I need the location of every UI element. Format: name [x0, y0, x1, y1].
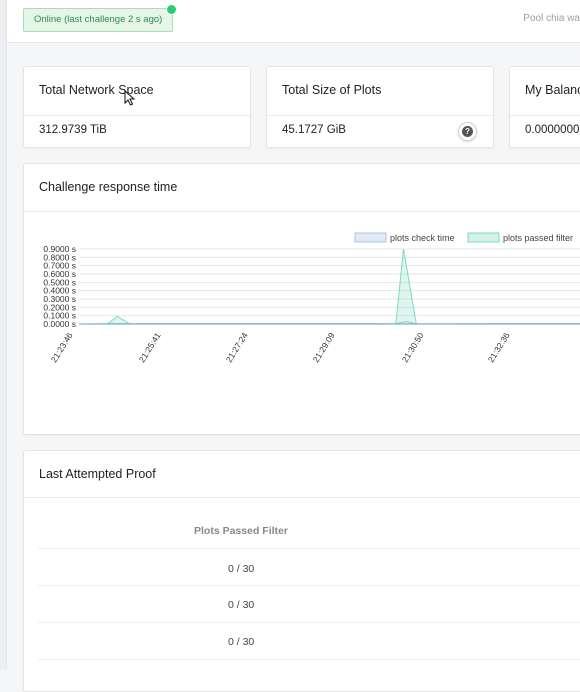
- table-divider: [38, 622, 580, 623]
- table-row: 0 / 30: [228, 599, 255, 611]
- panel-title: Challenge response time: [39, 180, 178, 194]
- column-header-plots-passed-filter: Plots Passed Filter: [194, 525, 288, 537]
- stat-card-balance: My Balanc 0.0000000: [509, 66, 580, 148]
- online-status-dot-icon: [166, 4, 178, 15]
- table-row: 0 / 30: [228, 636, 255, 648]
- stat-card-network-space: Total Network Space 312.9739 TiB: [23, 66, 251, 148]
- x-tick-label: 21:29:09: [311, 331, 337, 365]
- top-bar: Online (last challenge 2 s ago) Pool chi…: [7, 0, 580, 43]
- stat-value: 0.0000000: [525, 124, 580, 136]
- challenge-response-chart: 0.9000 s0.8000 s0.7000 s0.6000 s0.5000 s…: [43, 232, 580, 365]
- panel-title: Last Attempted Proof: [39, 467, 156, 481]
- stat-title: Total Network Space: [39, 83, 154, 97]
- mouse-cursor-icon: [124, 90, 136, 106]
- series-line: [79, 248, 580, 325]
- x-tick-label: 21:25:41: [137, 331, 163, 365]
- proof-panel: Last Attempted Proof: [23, 450, 580, 692]
- sidebar-edge: [0, 0, 7, 669]
- divider: [267, 115, 493, 116]
- challenge-panel: Challenge response time 0.9000 s 0.8000 s…: [23, 163, 580, 435]
- divider: [510, 115, 580, 116]
- table-row: 0 / 30: [228, 563, 255, 575]
- stat-card-plot-size: Total Size of Plots 45.1727 GiB ?: [266, 66, 494, 148]
- question-icon[interactable]: ?: [458, 122, 477, 141]
- divider: [24, 497, 580, 498]
- pool-label: Pool chia wa: [523, 13, 580, 24]
- stat-value: 312.9739 TiB: [39, 124, 107, 136]
- x-tick-label: 21:27:24: [224, 331, 250, 365]
- divider: [24, 115, 250, 116]
- status-text: Online (last challenge 2 s ago): [34, 14, 163, 25]
- stat-value: 45.1727 GiB: [282, 124, 346, 136]
- x-tick-label: 21:30:50: [400, 331, 426, 365]
- stat-title: My Balanc: [525, 83, 580, 97]
- status-badge: Online (last challenge 2 s ago): [23, 4, 178, 32]
- x-tick-label: 21:32:36: [486, 331, 512, 365]
- legend-swatch: [467, 232, 500, 243]
- legend-swatch: [354, 232, 387, 243]
- y-tick-label: 0.0000 s: [43, 319, 76, 329]
- table-divider: [38, 659, 580, 660]
- x-tick-label: 21:23:46: [49, 331, 75, 365]
- stat-title: Total Size of Plots: [282, 83, 382, 97]
- table-divider: [38, 548, 580, 549]
- series-area: [79, 249, 580, 324]
- table-divider: [38, 585, 580, 586]
- legend-label: plots passed filter: [503, 233, 573, 243]
- legend-label: plots check time: [390, 233, 455, 243]
